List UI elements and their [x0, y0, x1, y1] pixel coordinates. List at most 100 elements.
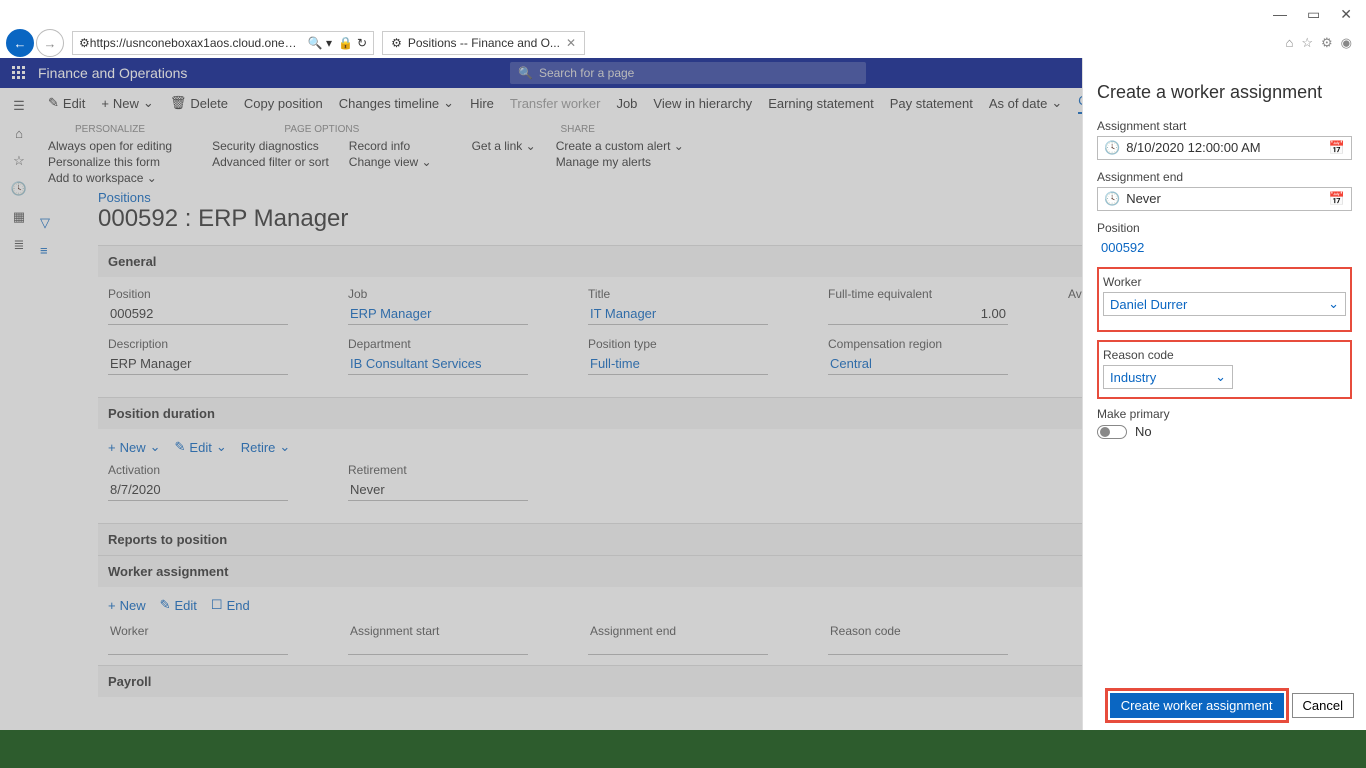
fte-label: Full-time equivalent	[828, 287, 1008, 301]
create-custom-alert[interactable]: Create a custom alert ⌄	[556, 139, 684, 153]
chevron-down-icon: ⌄	[443, 95, 454, 111]
nav-back[interactable]: ←	[6, 29, 34, 57]
flyout-start-input[interactable]: 🕓8/10/2020 12:00:00 AM 📅	[1097, 136, 1352, 160]
app-title: Finance and Operations	[38, 65, 187, 81]
clock-icon: 🕓	[1104, 140, 1120, 156]
workspaces-icon[interactable]: ▦	[13, 209, 25, 225]
copy-position-action[interactable]: Copy position	[244, 96, 323, 111]
flyout-end-input[interactable]: 🕓Never 📅	[1097, 187, 1352, 211]
status-bar	[0, 730, 1366, 768]
view-hierarchy-action[interactable]: View in hierarchy	[653, 96, 752, 111]
position-type-link[interactable]: Full-time	[588, 353, 768, 375]
home-icon[interactable]: ⌂	[15, 126, 23, 141]
col-end[interactable]: Assignment end	[588, 621, 768, 655]
chevron-down-icon: ⌄	[279, 439, 290, 455]
assignment-end: ☐End	[211, 597, 250, 613]
lock-icon: 🔒	[338, 36, 353, 50]
hamburger-icon[interactable]: ☰	[13, 98, 25, 114]
global-search[interactable]: 🔍 Search for a page	[510, 62, 866, 84]
flyout-worker-select[interactable]: Daniel Durrer ⌄	[1103, 292, 1346, 316]
job-link[interactable]: ERP Manager	[348, 303, 528, 325]
app-launcher[interactable]	[0, 66, 38, 80]
col-worker[interactable]: Worker	[108, 621, 288, 655]
ribbon-group-personalize: PERSONALIZE	[48, 124, 172, 135]
create-worker-assignment-panel: Create a worker assignment Assignment st…	[1082, 58, 1366, 730]
search-icon: 🔍	[518, 66, 533, 80]
cancel-button[interactable]: Cancel	[1292, 693, 1354, 718]
window-close[interactable]: ✕	[1340, 6, 1352, 23]
modules-icon[interactable]: ≣	[14, 237, 25, 253]
toggle-switch[interactable]	[1097, 425, 1127, 439]
flyout-primary-label: Make primary	[1097, 407, 1352, 421]
assignment-edit: ✎Edit	[160, 597, 197, 613]
chevron-down-icon: ⌄	[526, 139, 536, 153]
site-icon: ⚙	[79, 36, 90, 50]
activation-value: 8/7/2020	[108, 479, 288, 501]
calendar-icon[interactable]: 📅	[1329, 191, 1345, 207]
advanced-filter[interactable]: Advanced filter or sort	[212, 155, 329, 169]
breadcrumb-positions[interactable]: Positions	[98, 190, 151, 205]
compregion-link[interactable]: Central	[828, 353, 1008, 375]
department-link[interactable]: IB Consultant Services	[348, 353, 528, 375]
delete-action[interactable]: 🗑Delete	[170, 95, 228, 111]
plus-icon: +	[108, 440, 116, 455]
flyout-position-value[interactable]: 000592	[1097, 238, 1352, 257]
url-text: https://usnconeboxax1aos.cloud.onebox.dy…	[90, 36, 300, 50]
hire-action[interactable]: Hire	[470, 96, 494, 111]
browser-tab[interactable]: ⚙ Positions -- Finance and O... ✕	[382, 31, 585, 55]
retirement-value: Never	[348, 479, 528, 501]
flyout-reason-label: Reason code	[1103, 348, 1346, 362]
col-start[interactable]: Assignment start	[348, 621, 528, 655]
edit-icon: ✎	[48, 95, 59, 111]
security-diagnostics[interactable]: Security diagnostics	[212, 139, 329, 153]
duration-retire[interactable]: Retire⌄	[241, 439, 291, 455]
manage-my-alerts[interactable]: Manage my alerts	[556, 155, 684, 169]
as-of-date-action[interactable]: As of date⌄	[989, 95, 1062, 111]
flyout-reason-select[interactable]: Industry ⌄	[1103, 365, 1233, 389]
calendar-icon[interactable]: 📅	[1329, 140, 1345, 156]
tab-title: Positions -- Finance and O...	[408, 36, 560, 50]
duration-new[interactable]: +New⌄	[108, 439, 161, 455]
refresh-icon[interactable]: ↻	[357, 36, 367, 50]
create-worker-assignment-button[interactable]: Create worker assignment	[1110, 693, 1284, 718]
chevron-down-icon: ⌄	[1215, 369, 1226, 385]
job-action[interactable]: Job	[616, 96, 637, 111]
edit-icon: ✎	[160, 597, 171, 613]
record-info[interactable]: Record info	[349, 139, 432, 153]
nav-forward[interactable]: →	[36, 29, 64, 57]
tab-close[interactable]: ✕	[566, 36, 576, 50]
add-to-workspace[interactable]: Add to workspace ⌄	[48, 171, 172, 185]
window-restore[interactable]: ▭	[1307, 6, 1320, 23]
address-bar[interactable]: ⚙ https://usnconeboxax1aos.cloud.onebox.…	[72, 31, 374, 55]
recent-icon[interactable]: 🕓	[11, 181, 27, 197]
duration-edit[interactable]: ✎Edit⌄	[175, 439, 227, 455]
browser-home-icon[interactable]: ⌂	[1285, 35, 1293, 51]
browser-favorites-icon[interactable]: ☆	[1301, 35, 1313, 51]
favorites-icon[interactable]: ☆	[13, 153, 25, 169]
compregion-label: Compensation region	[828, 337, 1008, 351]
change-view[interactable]: Change view ⌄	[349, 155, 432, 169]
search-placeholder: Search for a page	[539, 66, 634, 80]
changes-timeline-action[interactable]: Changes timeline⌄	[339, 95, 454, 111]
edit-action[interactable]: ✎Edit	[48, 95, 85, 111]
browser-extension-icon[interactable]: ◉	[1341, 35, 1352, 51]
col-reason[interactable]: Reason code	[828, 621, 1008, 655]
window-minimize[interactable]: —	[1273, 6, 1287, 23]
description-value: ERP Manager	[108, 353, 288, 375]
personalize-form[interactable]: Personalize this form	[48, 155, 172, 169]
flyout-start-label: Assignment start	[1097, 119, 1352, 133]
pay-statement-action[interactable]: Pay statement	[890, 96, 973, 111]
title-link[interactable]: IT Manager	[588, 303, 768, 325]
earning-statement-action[interactable]: Earning statement	[768, 96, 874, 111]
get-a-link[interactable]: Get a link ⌄	[472, 139, 536, 153]
assignment-new[interactable]: +New	[108, 597, 146, 613]
new-action[interactable]: +New⌄	[101, 95, 154, 111]
flyout-position-label: Position	[1097, 221, 1352, 235]
always-open-editing[interactable]: Always open for editing	[48, 139, 172, 153]
plus-icon: +	[101, 96, 109, 111]
browser-settings-icon[interactable]: ⚙	[1321, 35, 1333, 51]
transfer-worker-action: Transfer worker	[510, 96, 601, 111]
flyout-primary-toggle[interactable]: No	[1097, 424, 1152, 439]
chevron-down-icon: ⌄	[1328, 296, 1339, 312]
chevron-down-icon: ⌄	[216, 439, 227, 455]
